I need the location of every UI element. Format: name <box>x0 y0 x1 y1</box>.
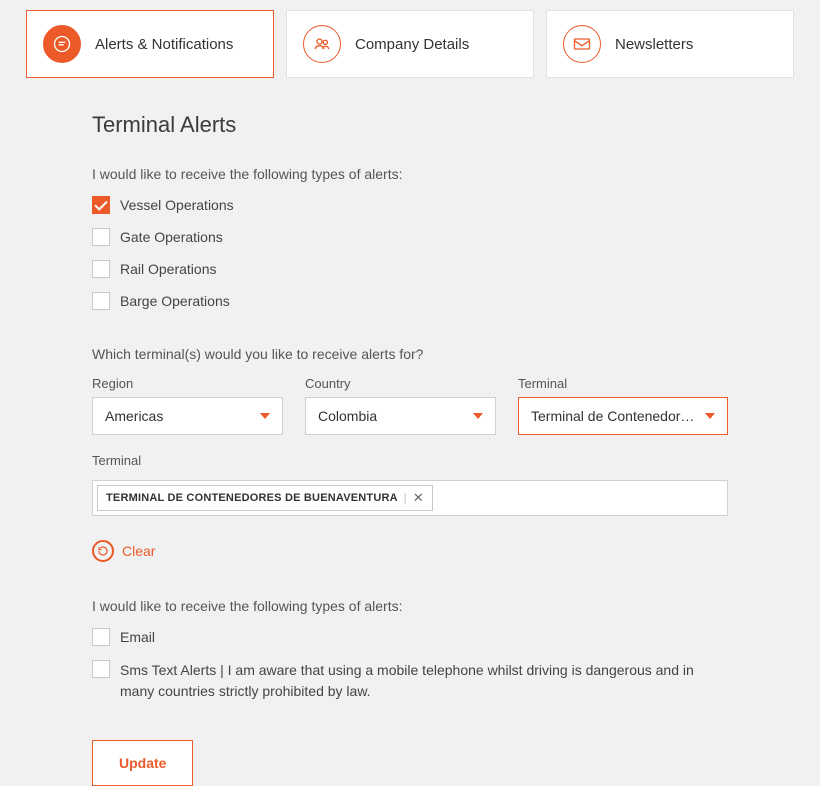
checkbox-label: Sms Text Alerts | I am aware that using … <box>120 660 728 702</box>
region-group: Region Americas <box>92 376 283 435</box>
checkbox-input[interactable] <box>92 292 110 310</box>
checkbox-email[interactable]: Email <box>92 628 728 646</box>
terminal-group: Terminal Terminal de Contenedores de... <box>518 376 728 435</box>
region-value: Americas <box>105 408 163 424</box>
country-select[interactable]: Colombia <box>305 397 496 435</box>
update-button[interactable]: Update <box>92 740 193 786</box>
country-label: Country <box>305 376 496 391</box>
checkbox-label: Gate Operations <box>120 229 223 245</box>
terminal-chip-input[interactable]: TERMINAL DE CONTENEDORES DE BUENAVENTURA… <box>92 480 728 516</box>
checkbox-label: Barge Operations <box>120 293 230 309</box>
checkbox-input[interactable] <box>92 660 110 678</box>
tab-company-details[interactable]: Company Details <box>286 10 534 78</box>
content: Terminal Alerts I would like to receive … <box>0 78 820 786</box>
checkbox-label: Rail Operations <box>120 261 217 277</box>
checkbox-label: Email <box>120 629 155 645</box>
terminal-select[interactable]: Terminal de Contenedores de... <box>518 397 728 435</box>
chevron-down-icon <box>705 413 715 419</box>
tab-label: Newsletters <box>615 36 693 53</box>
envelope-icon <box>563 25 601 63</box>
checkbox-vessel-operations[interactable]: Vessel Operations <box>92 196 728 214</box>
people-icon <box>303 25 341 63</box>
checkbox-input[interactable] <box>92 628 110 646</box>
checkbox-barge-operations[interactable]: Barge Operations <box>92 292 728 310</box>
undo-icon <box>92 540 114 562</box>
terminal-chip-group: Terminal TERMINAL DE CONTENEDORES DE BUE… <box>92 453 728 516</box>
checkbox-input[interactable] <box>92 260 110 278</box>
chevron-down-icon <box>260 413 270 419</box>
terminal-chip-label: Terminal <box>92 453 728 468</box>
region-label: Region <box>92 376 283 391</box>
checkbox-rail-operations[interactable]: Rail Operations <box>92 260 728 278</box>
section-terminals-text: Which terminal(s) would you like to rece… <box>92 346 728 362</box>
chip-separator: | <box>404 492 407 504</box>
tab-newsletters[interactable]: Newsletters <box>546 10 794 78</box>
terminal-chip: TERMINAL DE CONTENEDORES DE BUENAVENTURA… <box>97 485 433 511</box>
section-alert-types-text: I would like to receive the following ty… <box>92 166 728 182</box>
tabs: Alerts & Notifications Company Details N… <box>0 0 820 78</box>
alerts-icon <box>43 25 81 63</box>
region-select[interactable]: Americas <box>92 397 283 435</box>
chip-text: TERMINAL DE CONTENEDORES DE BUENAVENTURA <box>106 492 398 504</box>
tab-alerts-notifications[interactable]: Alerts & Notifications <box>26 10 274 78</box>
chip-remove-icon[interactable]: ✕ <box>413 490 424 506</box>
tab-label: Company Details <box>355 36 469 53</box>
clear-label: Clear <box>122 543 155 559</box>
checkbox-input[interactable] <box>92 196 110 214</box>
checkbox-input[interactable] <box>92 228 110 246</box>
tab-label: Alerts & Notifications <box>95 36 233 53</box>
checkbox-label: Vessel Operations <box>120 197 234 213</box>
page-title: Terminal Alerts <box>92 112 728 138</box>
checkbox-gate-operations[interactable]: Gate Operations <box>92 228 728 246</box>
terminal-label: Terminal <box>518 376 728 391</box>
country-group: Country Colombia <box>305 376 496 435</box>
checkbox-sms[interactable]: Sms Text Alerts | I am aware that using … <box>92 660 728 702</box>
clear-button[interactable]: Clear <box>92 540 728 562</box>
terminal-value: Terminal de Contenedores de... <box>531 408 695 424</box>
section-delivery-text: I would like to receive the following ty… <box>92 598 728 614</box>
chevron-down-icon <box>473 413 483 419</box>
country-value: Colombia <box>318 408 377 424</box>
